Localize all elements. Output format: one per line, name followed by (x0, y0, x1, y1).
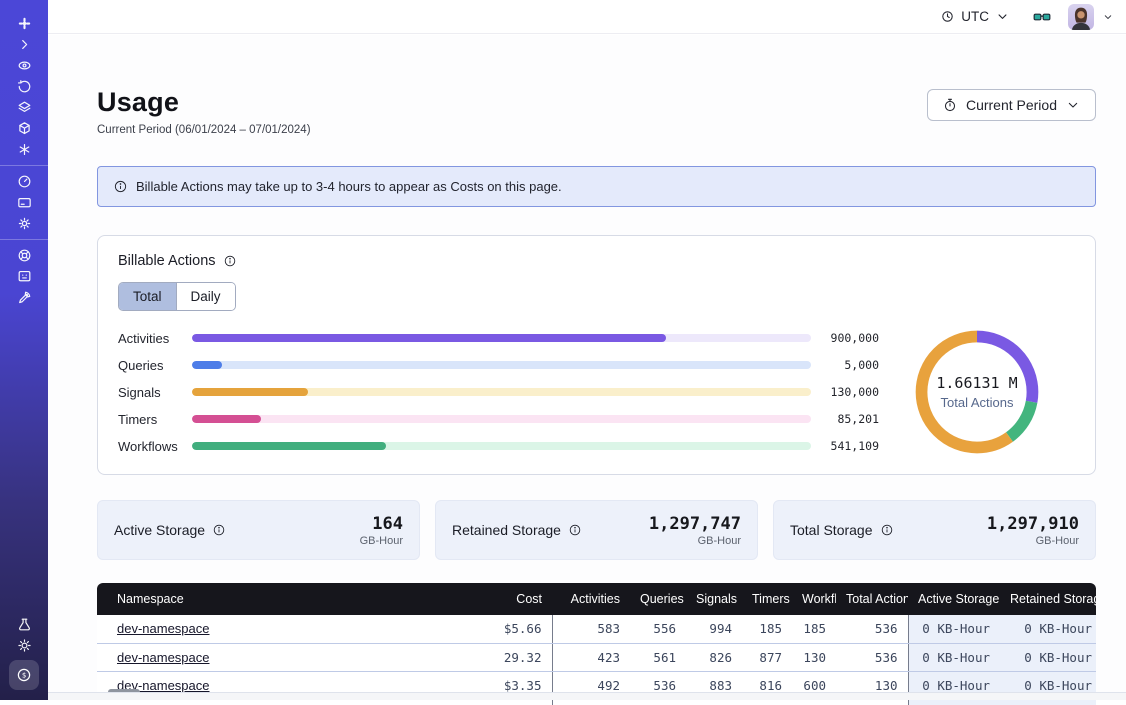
billable-actions-card: Billable Actions Total Daily Activities … (97, 235, 1096, 475)
glasses-icon[interactable] (1030, 7, 1054, 27)
bar-track (192, 442, 811, 450)
col-timers: Timers (742, 583, 792, 615)
info-icon[interactable] (568, 523, 582, 537)
bar-fill (192, 415, 261, 423)
col-signals: Signals (686, 583, 742, 615)
total-actions-label: Total Actions (941, 395, 1014, 410)
table-header-row: Namespace Cost Activities Queries Signal… (97, 583, 1096, 615)
bar-track (192, 388, 811, 396)
total-actions-donut: 1.66131 M Total Actions (879, 328, 1075, 456)
banner-text: Billable Actions may take up to 3-4 hour… (136, 179, 562, 194)
active-storage-value: 164 (360, 514, 403, 534)
col-namespace: Namespace (97, 583, 455, 615)
tab-total[interactable]: Total (119, 283, 176, 310)
asterisk-icon[interactable] (0, 139, 48, 160)
main-content: Usage Current Period (06/01/2024 – 07/01… (48, 35, 1126, 700)
bar-row-signals: Signals 130,000 (118, 383, 879, 402)
page-title: Usage (97, 87, 311, 118)
timezone-label: UTC (961, 9, 989, 24)
temporal-logo-icon[interactable] (0, 13, 48, 34)
namespace-link[interactable]: dev-namespace (117, 650, 210, 665)
total-actions-value: 1.66131 M (936, 374, 1017, 392)
info-banner: Billable Actions may take up to 3-4 hour… (97, 166, 1096, 207)
settings-gear-icon[interactable] (0, 213, 48, 234)
bar-track (192, 415, 811, 423)
col-activities: Activities (552, 583, 630, 615)
timezone-selector[interactable]: UTC (934, 5, 1016, 28)
bar-row-timers: Timers 85,201 (118, 410, 879, 429)
table-row: dev-namespace $5.66 583 556 994 185 185 … (97, 615, 1096, 643)
info-icon[interactable] (880, 523, 894, 537)
namespace-usage-table: Namespace Cost Activities Queries Signal… (97, 583, 1096, 705)
bar-fill (192, 361, 222, 369)
bar-fill (192, 334, 666, 342)
namespaces-eye-icon[interactable] (0, 55, 48, 76)
info-icon[interactable] (212, 523, 226, 537)
retained-storage-card: Retained Storage 1,297,747 GB-Hour (435, 500, 758, 560)
bar-row-activities: Activities 900,000 (118, 329, 879, 348)
topbar: UTC (48, 0, 1126, 34)
sidebar-divider (0, 165, 48, 166)
table-row: dev-namespace 29.32 423 561 826 877 130 … (97, 643, 1096, 671)
sidebar-divider (0, 239, 48, 240)
billing-card-icon[interactable] (0, 192, 48, 213)
chevron-down-icon[interactable] (1102, 11, 1114, 23)
total-daily-tabs: Total Daily (118, 282, 236, 311)
total-storage-card: Total Storage 1,297,910 GB-Hour (773, 500, 1096, 560)
total-storage-value: 1,297,910 (987, 514, 1079, 534)
billing-dollar-icon[interactable]: $ (9, 660, 39, 690)
active-storage-card: Active Storage 164 GB-Hour (97, 500, 420, 560)
period-selector-button[interactable]: Current Period (927, 89, 1096, 121)
col-queries: Queries (630, 583, 686, 615)
chevron-down-icon (1065, 97, 1081, 113)
namespace-link[interactable]: dev-namespace (117, 621, 210, 636)
billable-actions-chart: Activities 900,000 Queries 5,000 Signals… (118, 328, 1075, 456)
bar-row-queries: Queries 5,000 (118, 356, 879, 375)
bar-track (192, 334, 811, 342)
billable-actions-title: Billable Actions (118, 253, 1075, 269)
scroll-gutter (48, 692, 1126, 700)
usage-gauge-icon[interactable] (0, 171, 48, 192)
cube-icon[interactable] (0, 118, 48, 139)
feedback-icon[interactable] (0, 266, 48, 287)
col-workflows: Workflows (792, 583, 836, 615)
lab-flask-icon[interactable] (0, 614, 48, 635)
current-period-subtitle: Current Period (06/01/2024 – 07/01/2024) (97, 124, 311, 136)
col-total-actions: Total Actions (836, 583, 908, 615)
collapse-sidebar-chevron-icon[interactable] (0, 34, 48, 55)
col-retained-storage: Retained Storage (1000, 583, 1096, 615)
tab-daily[interactable]: Daily (176, 283, 235, 310)
history-icon[interactable] (0, 76, 48, 97)
bar-fill (192, 442, 386, 450)
chevron-down-icon (995, 9, 1010, 24)
bar-fill (192, 388, 308, 396)
sidebar: $ (0, 0, 48, 700)
stopwatch-icon (942, 97, 958, 113)
retained-storage-value: 1,297,747 (649, 514, 741, 534)
theme-sun-icon[interactable] (0, 635, 48, 656)
user-avatar[interactable] (1068, 4, 1094, 30)
rocket-icon[interactable] (0, 287, 48, 308)
svg-text:$: $ (22, 671, 26, 680)
col-cost: Cost (455, 583, 552, 615)
storage-summary-row: Active Storage 164 GB-Hour Retained Stor… (97, 500, 1096, 560)
bar-track (192, 361, 811, 369)
bar-row-workflows: Workflows 541,109 (118, 437, 879, 456)
support-lifebuoy-icon[interactable] (0, 245, 48, 266)
col-active-storage: Active Storage (908, 583, 1000, 615)
clock-icon (940, 9, 955, 24)
info-icon (113, 179, 128, 194)
info-icon[interactable] (223, 254, 237, 268)
layers-icon[interactable] (0, 97, 48, 118)
